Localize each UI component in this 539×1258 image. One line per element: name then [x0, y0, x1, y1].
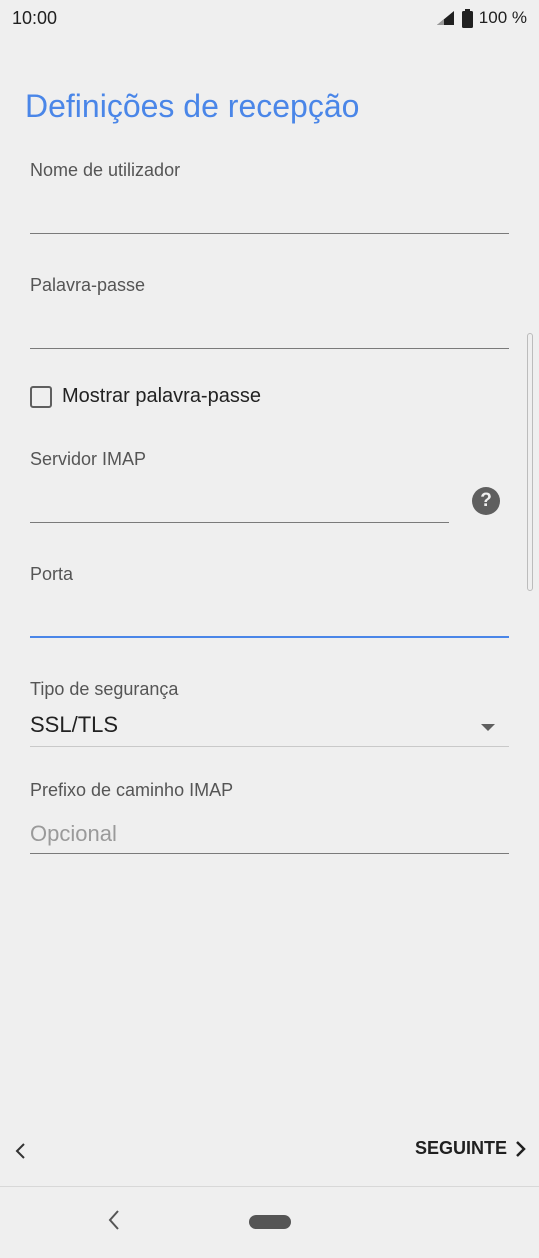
imap-server-label: Servidor IMAP — [30, 449, 147, 469]
next-button[interactable]: SEGUINTE — [415, 1138, 527, 1159]
chevron-left-icon — [15, 1143, 25, 1159]
security-type-underline — [30, 746, 509, 747]
status-bar: 10:00 100 % — [0, 0, 539, 42]
page-title: Definições de recepção — [25, 88, 360, 124]
chevron-right-icon — [516, 1140, 526, 1157]
scrollbar[interactable] — [527, 333, 533, 591]
home-pill-icon[interactable] — [249, 1215, 291, 1229]
system-back-icon[interactable] — [102, 1205, 126, 1235]
port-input[interactable] — [30, 598, 509, 638]
username-label: Nome de utilizador — [30, 160, 181, 180]
show-password-label[interactable]: Mostrar palavra-passe — [62, 385, 261, 408]
password-label: Palavra-passe — [30, 275, 146, 295]
dropdown-arrow-icon[interactable] — [481, 724, 495, 731]
signal-icon — [436, 10, 456, 26]
battery-icon — [461, 8, 473, 28]
next-button-label: SEGUINTE — [414, 1138, 507, 1158]
show-password-checkbox-row[interactable]: Mostrar palavra-passe — [30, 385, 261, 408]
port-field-group: Porta — [30, 564, 509, 640]
back-button[interactable] — [8, 1136, 32, 1166]
battery-percentage: 100 % — [478, 8, 527, 27]
imap-path-prefix-label: Prefixo de caminho IMAP — [30, 780, 234, 800]
imap-server-field-group: Servidor IMAP — [30, 449, 449, 525]
wizard-nav: SEGUINTE — [0, 1128, 539, 1173]
imap-path-prefix-input[interactable] — [30, 814, 509, 854]
password-input[interactable] — [30, 309, 509, 349]
security-type-label: Tipo de segurança — [30, 679, 179, 699]
security-type-select[interactable]: Tipo de segurança SSL/TLS — [30, 679, 509, 751]
imap-server-input[interactable] — [30, 483, 449, 523]
status-time: 10:00 — [12, 8, 58, 28]
port-label: Porta — [30, 564, 74, 584]
imap-path-prefix-field-group: Prefixo de caminho IMAP — [30, 780, 509, 856]
password-field-group: Palavra-passe — [30, 275, 509, 351]
show-password-checkbox[interactable] — [30, 385, 52, 408]
username-input[interactable] — [30, 194, 509, 234]
security-type-value[interactable]: SSL/TLS — [30, 712, 118, 738]
system-nav-bar — [0, 1187, 539, 1258]
help-icon[interactable]: ? — [472, 487, 500, 515]
status-icons: 100 % — [436, 8, 527, 28]
username-field-group: Nome de utilizador — [30, 160, 509, 236]
